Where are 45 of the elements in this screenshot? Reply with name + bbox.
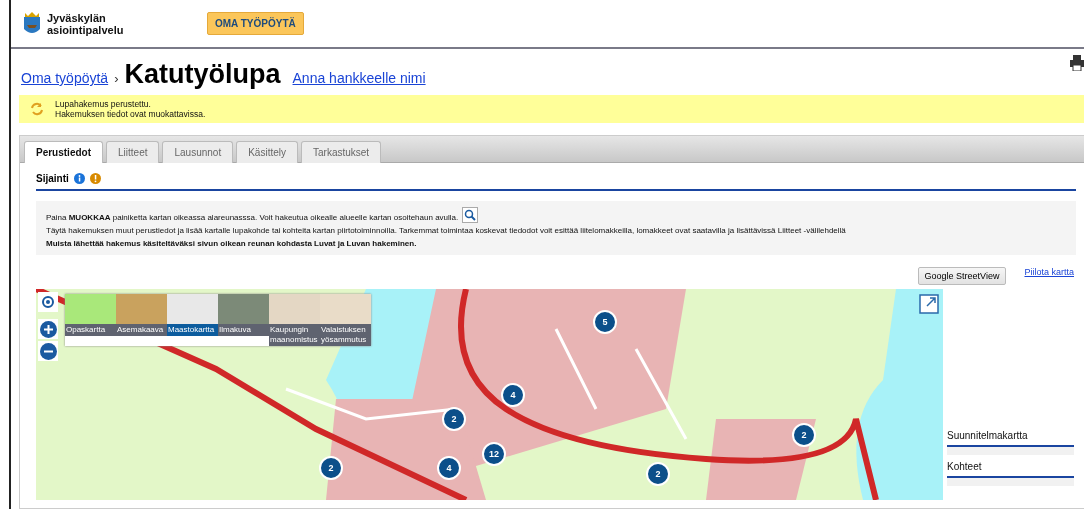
instruction-text: Muista lähettää hakemus käsiteltäväksi sivun oikean reunan kohdasta Luvat ja Luvan hakeminen. [46, 238, 417, 249]
expand-icon[interactable] [919, 294, 939, 314]
layer-option[interactable]: Asemakaava [116, 294, 167, 346]
layer-option[interactable]: Kaupungin maanomistus [269, 294, 320, 346]
layer-option[interactable]: Maastokartta [167, 294, 218, 346]
search-button[interactable] [462, 207, 479, 223]
nav-button[interactable]: OMA TYÖPÖYTÄ [207, 12, 304, 35]
layer-label: Ilmakuva [218, 324, 269, 336]
layer-option[interactable]: Ilmakuva [218, 294, 269, 346]
warning-icon[interactable] [89, 173, 101, 184]
zoom-in-button[interactable] [38, 319, 58, 339]
breadcrumb-link[interactable]: Oma työpöytä [21, 70, 109, 86]
layer-thumbnail [65, 294, 116, 324]
tab[interactable]: Lausunnot [162, 141, 234, 163]
layer-thumbnail [269, 294, 320, 324]
info-icon[interactable] [73, 173, 85, 184]
instruction-text: Paina MUOKKAA painiketta kartan oikeassa alareunasssa. Voit hakeutua oikealle alueelle kartan osoitehaun avulla. [46, 212, 459, 223]
tab[interactable]: Liitteet [106, 141, 160, 163]
streetview-button[interactable]: Google StreetView [917, 267, 1007, 285]
breadcrumb-separator: › [114, 71, 119, 86]
zoom-out-button[interactable] [38, 341, 58, 361]
refresh-icon [29, 101, 45, 117]
layer-label: Asemakaava [116, 324, 167, 336]
tab[interactable]: Tarkastukset [301, 141, 382, 163]
print-icon[interactable] [1070, 55, 1084, 71]
layer-thumbnail [320, 294, 371, 324]
section-title: Sijainti [36, 173, 69, 184]
tab[interactable]: Perustiedot [24, 141, 103, 163]
instruction-text: Täytä hakemuksen muut perustiedot ja lisää kartalle lupakohde tai kohteita kartan piirtotoiminnoilla. Tarkemmat toimintaa koskevat tiedodot voit esittää liitelomakkeilla, lomakkeet ovat saatavilla ja lisättävissä Liitteet -välilehdellä [46, 225, 846, 236]
layer-label: Opaskartta [65, 324, 116, 336]
layer-label: Valaistuksen yösammutus [320, 324, 371, 346]
logo-text: Jyväskylän asiointipalvelu [47, 11, 124, 36]
layer-thumbnail [167, 294, 218, 324]
hide-map-link[interactable]: Piilota kartta [1024, 267, 1074, 277]
notice-text: Lupahakemus perustettu. Hakemuksen tiedot ovat muokattavissa. [55, 99, 206, 119]
layer-option[interactable]: Valaistuksen yösammutus [320, 294, 371, 346]
layer-thumbnail [218, 294, 269, 324]
layer-label: Kaupungin maanomistus [269, 324, 320, 346]
rename-link[interactable]: Anna hankkeelle nimi [292, 70, 426, 86]
locate-button[interactable] [38, 292, 58, 312]
layer-label: Maastokartta [167, 324, 218, 336]
tab[interactable]: Käsittely [236, 141, 298, 163]
layer-thumbnail [116, 294, 167, 324]
page-title: Katutyölupa [124, 59, 281, 90]
layer-option[interactable]: Opaskartta [65, 294, 116, 346]
